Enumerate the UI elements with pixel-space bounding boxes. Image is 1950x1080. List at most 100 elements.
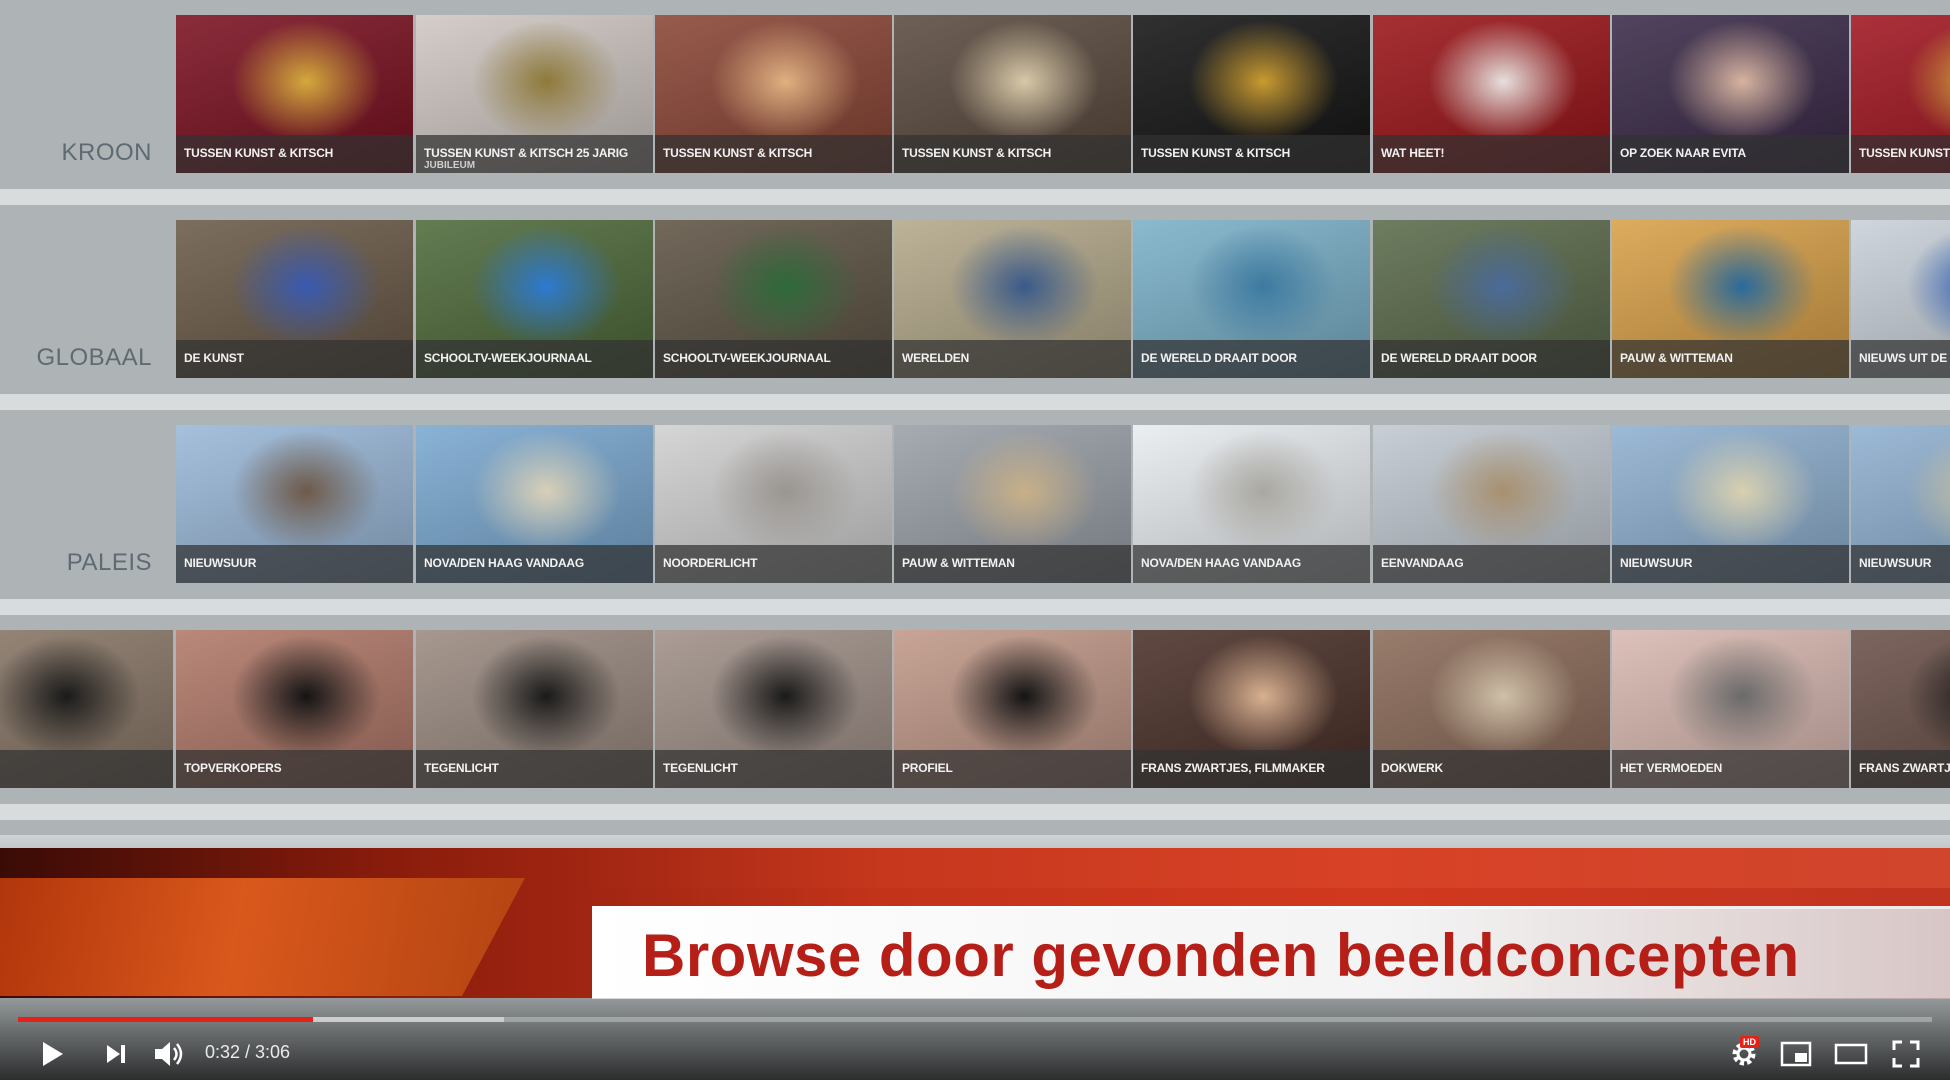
thumbnail-caption-bar: NIEUWSUUR (176, 545, 413, 583)
theater-mode-icon (1834, 1043, 1868, 1065)
video-thumbnail[interactable]: SCHOOLTV-WEEKJOURNAAL (655, 220, 892, 378)
thumbnail-caption-bar: TUSSEN KUNST & KITSCH (1133, 135, 1370, 173)
video-thumbnail[interactable]: PAUW & WITTEMAN (1612, 220, 1849, 378)
program-title: TUSSEN KUNST & KITSCH 25 JARIG (424, 146, 629, 160)
thumbnail-caption-bar: PROFIEL (894, 750, 1131, 788)
video-frame[interactable]: KROON TUSSEN KUNST & KITSCH TUSSEN KUNST &… (0, 0, 1950, 1080)
thumbnail-caption-bar: NOORDERLICHT (655, 545, 892, 583)
thumbnail-caption-bar: DE KUNST (176, 340, 413, 378)
video-thumbnail[interactable]: TEGENLICHT (416, 630, 653, 788)
miniplayer-button[interactable] (1776, 1036, 1816, 1072)
video-thumbnail[interactable]: SCHOOLTV-WEEKJOURNAAL (416, 220, 653, 378)
banner-left-panel (0, 878, 525, 996)
video-thumbnail[interactable]: FRANS ZWARTJES, (1851, 630, 1950, 788)
program-title: TEGENLICHT (424, 761, 499, 775)
row-separator (0, 599, 1950, 615)
banner-title-box: Browse door gevonden beeldconcepten (592, 906, 1950, 999)
video-thumbnail[interactable]: PAUW & WITTEMAN (894, 425, 1131, 583)
volume-button[interactable] (150, 1036, 190, 1072)
video-thumbnail[interactable]: TUSSEN KUNST & KITSCH (894, 15, 1131, 173)
thumbnail-caption-bar: OP ZOEK NAAR EVITA (1612, 135, 1849, 173)
video-thumbnail[interactable]: EENVANDAAG (1373, 425, 1610, 583)
skip-next-icon (107, 1045, 125, 1063)
thumbnail-caption-bar: NIEUWSUUR (1851, 545, 1950, 583)
video-thumbnail[interactable]: TUSSEN KUNST & KITSCH 25 JARIG JUBILEUM (416, 15, 653, 173)
thumbnail-caption-bar: EENVANDAAG (1373, 545, 1610, 583)
thumbnail-caption-bar: SCHOOLTV-WEEKJOURNAAL (416, 340, 653, 378)
video-thumbnail[interactable]: NIEUWS UIT DE NA (1851, 220, 1950, 378)
video-thumbnail[interactable]: DOKWERK (1373, 630, 1610, 788)
thumbnail-caption-bar: TEGENLICHT (655, 750, 892, 788)
progress-played (18, 1017, 313, 1022)
concept-row: T TOPVERKOPERS TEGENLICHT TEGENLICHT PROFIEL… (0, 630, 1950, 788)
thumbnail-caption-bar: SCHOOLTV-WEEKJOURNAAL (655, 340, 892, 378)
program-title: SCHOOLTV-WEEKJOURNAAL (663, 351, 831, 365)
video-thumbnail[interactable]: NIEUWSUUR (1612, 425, 1849, 583)
program-title: TUSSEN KUNST & KITSCH (184, 146, 334, 160)
row-separator (0, 804, 1950, 820)
program-title: TUSSEN KUNST & KITSCH (663, 146, 813, 160)
progress-bar[interactable] (18, 1017, 1932, 1022)
player-controls: 0:32 / 3:06 HD (0, 998, 1950, 1080)
thumbnail-caption-bar: NIEUWSUUR (1612, 545, 1849, 583)
concept-label: KROON (61, 139, 152, 166)
video-thumbnail[interactable]: TEGENLICHT (655, 630, 892, 788)
video-thumbnail[interactable]: NOVA/DEN HAAG VANDAAG (1133, 425, 1370, 583)
banner-gloss (560, 848, 1950, 888)
volume-icon (155, 1042, 183, 1066)
video-thumbnail[interactable]: NIEUWSUUR (1851, 425, 1950, 583)
thumbnail-caption-bar: T (0, 750, 173, 788)
thumbnail-caption-bar: NOVA/DEN HAAG VANDAAG (416, 545, 653, 583)
concept-row: GLOBAAL DE KUNST SCHOOLTV-WEEKJOURNAAL SCHO… (0, 220, 1950, 378)
thumbnail-caption-bar: FRANS ZWARTJES, FILMMAKER (1133, 750, 1370, 788)
thumbnail-caption-bar: TUSSEN KUNST & K (1851, 135, 1950, 173)
fullscreen-button[interactable] (1886, 1036, 1926, 1072)
banner-title: Browse door gevonden beeldconcepten (642, 922, 1800, 989)
video-thumbnail[interactable]: NIEUWSUUR (176, 425, 413, 583)
program-title: EENVANDAAG (1381, 556, 1464, 570)
video-thumbnail[interactable]: TUSSEN KUNST & K (1851, 15, 1950, 173)
program-title: DE WERELD DRAAIT DOOR (1381, 351, 1537, 365)
thumbnail-caption-bar: TUSSEN KUNST & KITSCH (655, 135, 892, 173)
program-title: SCHOOLTV-WEEKJOURNAAL (424, 351, 592, 365)
program-title: NIEUWSUUR (1859, 556, 1932, 570)
video-thumbnail[interactable]: DE KUNST (176, 220, 413, 378)
video-thumbnail[interactable]: FRANS ZWARTJES, FILMMAKER (1133, 630, 1370, 788)
thumbnail-caption-bar: DE WERELD DRAAIT DOOR (1373, 340, 1610, 378)
thumbnail-caption-bar: PAUW & WITTEMAN (1612, 340, 1849, 378)
program-title: DE WERELD DRAAIT DOOR (1141, 351, 1297, 365)
video-thumbnail[interactable]: TOPVERKOPERS (176, 630, 413, 788)
video-thumbnail[interactable]: NOORDERLICHT (655, 425, 892, 583)
video-thumbnail[interactable]: T (0, 630, 173, 788)
thumbnail-caption-bar: WAT HEET! (1373, 135, 1610, 173)
play-button[interactable] (34, 1036, 70, 1072)
program-title: TUSSEN KUNST & KITSCH (902, 146, 1052, 160)
program-title: NOVA/DEN HAAG VANDAAG (1141, 556, 1302, 570)
video-thumbnail[interactable]: NOVA/DEN HAAG VANDAAG (416, 425, 653, 583)
video-thumbnail[interactable]: PROFIEL (894, 630, 1131, 788)
video-thumbnail[interactable]: HET VERMOEDEN (1612, 630, 1849, 788)
video-thumbnail[interactable]: TUSSEN KUNST & KITSCH (176, 15, 413, 173)
program-title: WERELDEN (902, 351, 970, 365)
thumbnail-caption-bar: TEGENLICHT (416, 750, 653, 788)
theater-button[interactable] (1830, 1036, 1872, 1072)
video-thumbnail[interactable]: OP ZOEK NAAR EVITA (1612, 15, 1849, 173)
row-separator (0, 189, 1950, 205)
program-title: FRANS ZWARTJES, FILMMAKER (1141, 761, 1325, 775)
program-title: TUSSEN KUNST & KITSCH (1141, 146, 1291, 160)
next-button[interactable] (98, 1036, 134, 1072)
video-thumbnail[interactable]: DE WERELD DRAAIT DOOR (1373, 220, 1610, 378)
video-thumbnail[interactable]: WAT HEET! (1373, 15, 1610, 173)
program-title: TUSSEN KUNST & K (1859, 146, 1950, 160)
program-title: NIEUWSUUR (1620, 556, 1693, 570)
thumbnail-caption-bar: TUSSEN KUNST & KITSCH (894, 135, 1131, 173)
play-icon (43, 1042, 63, 1066)
video-thumbnail[interactable]: DE WERELD DRAAIT DOOR (1133, 220, 1370, 378)
program-title: TOPVERKOPERS (184, 761, 282, 775)
program-title: PAUW & WITTEMAN (1620, 351, 1733, 365)
concept-row: PALEIS NIEUWSUUR NOVA/DEN HAAG VANDAAG NOOR… (0, 425, 1950, 583)
video-thumbnail[interactable]: TUSSEN KUNST & KITSCH (655, 15, 892, 173)
program-title: OP ZOEK NAAR EVITA (1620, 146, 1746, 160)
video-thumbnail[interactable]: TUSSEN KUNST & KITSCH (1133, 15, 1370, 173)
video-thumbnail[interactable]: WERELDEN (894, 220, 1131, 378)
